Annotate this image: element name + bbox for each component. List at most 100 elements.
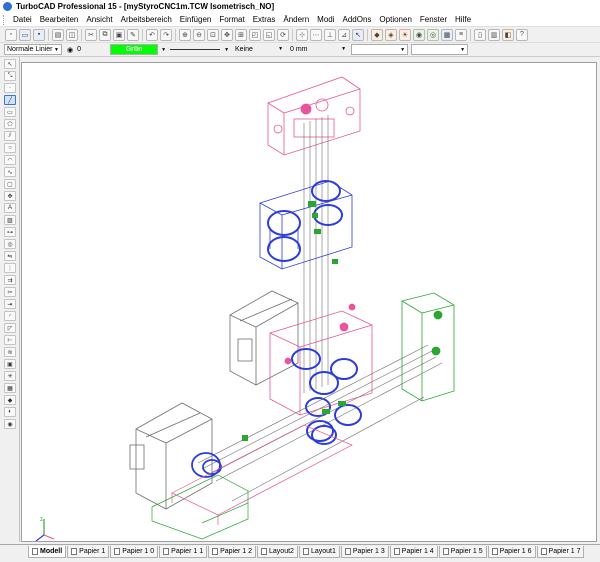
menu-optionen[interactable]: Optionen bbox=[375, 15, 415, 24]
boolean-icon[interactable]: ◐ bbox=[4, 407, 16, 417]
extra-select-2[interactable]: ▼ bbox=[411, 44, 469, 55]
ortho-icon[interactable]: ⊥ bbox=[324, 28, 336, 41]
group-icon[interactable]: ▦ bbox=[4, 383, 16, 393]
chamfer-icon[interactable]: ◸ bbox=[4, 323, 16, 333]
menu-fenster[interactable]: Fenster bbox=[416, 15, 451, 24]
circle-icon[interactable]: ○ bbox=[4, 143, 16, 153]
menu-extras[interactable]: Extras bbox=[249, 15, 280, 24]
move-icon[interactable]: ✥ bbox=[4, 191, 16, 201]
trim-icon[interactable]: ✂ bbox=[4, 287, 16, 297]
point-icon[interactable]: · bbox=[4, 83, 16, 93]
measure-icon[interactable]: ⊢ bbox=[4, 335, 16, 345]
array-icon[interactable]: ⋮ bbox=[4, 263, 16, 273]
color-swatch[interactable]: Grün bbox=[110, 44, 159, 55]
light-icon[interactable]: ☀ bbox=[399, 28, 411, 41]
fillet-icon[interactable]: ◜ bbox=[4, 311, 16, 321]
dimension-icon[interactable]: ⊶ bbox=[4, 227, 16, 237]
format-painter-icon[interactable]: ✎ bbox=[127, 28, 139, 41]
line-style-select[interactable]: Normale Linier ▼ bbox=[4, 44, 62, 55]
menu-bearbeiten[interactable]: Bearbeiten bbox=[36, 15, 83, 24]
zoom-out-icon[interactable]: ⊖ bbox=[193, 28, 205, 41]
menu-format[interactable]: Format bbox=[215, 15, 248, 24]
library-icon[interactable]: ◧ bbox=[502, 28, 514, 41]
drawing-canvas[interactable]: z bbox=[21, 62, 597, 542]
polygon-icon[interactable]: ⬠ bbox=[4, 119, 16, 129]
zoom-icon[interactable]: ⊕ bbox=[179, 28, 191, 41]
node-edit-icon[interactable]: ⤡ bbox=[4, 71, 16, 81]
menu-einfuegen[interactable]: Einfügen bbox=[176, 15, 216, 24]
zoom-all-icon[interactable]: ⊞ bbox=[235, 28, 247, 41]
tab-modell[interactable]: Modell bbox=[28, 546, 67, 558]
eye-icon[interactable]: ◉ bbox=[67, 46, 73, 54]
cut-icon[interactable]: ✂ bbox=[85, 28, 97, 41]
rectangle-icon[interactable]: ▭ bbox=[4, 107, 16, 117]
extra-select-1[interactable]: ▼ bbox=[351, 44, 409, 55]
help-icon[interactable]: ? bbox=[516, 28, 528, 41]
symbol-icon[interactable]: ◎ bbox=[4, 239, 16, 249]
explode-icon[interactable]: ✳ bbox=[4, 371, 16, 381]
grid-icon[interactable]: ⋯ bbox=[310, 28, 322, 41]
offset-icon[interactable]: ⇉ bbox=[4, 275, 16, 285]
zoom-window-icon[interactable]: ⊡ bbox=[207, 28, 219, 41]
undo-icon[interactable]: ↶ bbox=[146, 28, 158, 41]
workplane-icon[interactable]: ▦ bbox=[441, 28, 453, 41]
tab-layout1[interactable]: Layout1 bbox=[298, 546, 340, 558]
menu-hilfe[interactable]: Hilfe bbox=[451, 15, 475, 24]
pan-icon[interactable]: ✥ bbox=[221, 28, 233, 41]
arc-icon[interactable]: ◠ bbox=[4, 155, 16, 165]
tab-papier-16[interactable]: Papier 1 6 bbox=[487, 546, 536, 558]
solid-icon[interactable]: ◆ bbox=[4, 395, 16, 405]
menu-modi[interactable]: Modi bbox=[313, 15, 338, 24]
width-select[interactable]: 0 mm ▼ bbox=[288, 44, 348, 55]
properties-icon[interactable]: ▥ bbox=[488, 28, 500, 41]
print-icon[interactable]: ▤ bbox=[52, 28, 64, 41]
tab-papier-11[interactable]: Papier 1 1 bbox=[159, 546, 208, 558]
double-line-icon[interactable]: ⫽ bbox=[4, 131, 16, 141]
zoom-extents-icon[interactable]: ◰ bbox=[249, 28, 261, 41]
text-icon[interactable]: A bbox=[4, 203, 16, 213]
chevron-down-icon[interactable]: ▼ bbox=[161, 47, 166, 53]
menu-ansicht[interactable]: Ansicht bbox=[82, 15, 116, 24]
zoom-previous-icon[interactable]: ◱ bbox=[263, 28, 275, 41]
layer-icon[interactable]: ≋ bbox=[4, 347, 16, 357]
render-tool-icon[interactable]: ◉ bbox=[4, 419, 16, 429]
material-icon[interactable]: ◈ bbox=[385, 28, 397, 41]
hatch-icon[interactable]: ▨ bbox=[4, 215, 16, 225]
line-icon[interactable]: ╱ bbox=[4, 95, 16, 105]
block-icon[interactable]: ▣ bbox=[4, 359, 16, 369]
layer-select[interactable]: 0 bbox=[75, 44, 107, 55]
menu-addons[interactable]: AddOns bbox=[339, 15, 376, 24]
save-icon[interactable]: ▪ bbox=[33, 28, 45, 41]
cursor-icon[interactable]: ↖ bbox=[352, 28, 364, 41]
paste-icon[interactable]: ▣ bbox=[113, 28, 125, 41]
curve-icon[interactable]: ∿ bbox=[4, 167, 16, 177]
redo-icon[interactable]: ↷ bbox=[160, 28, 172, 41]
open-icon[interactable]: ▭ bbox=[19, 28, 31, 41]
extend-icon[interactable]: ⇥ bbox=[4, 299, 16, 309]
snap-icon[interactable]: ⊹ bbox=[296, 28, 308, 41]
view-icon[interactable]: ◎ bbox=[427, 28, 439, 41]
render-icon[interactable]: ◆ bbox=[371, 28, 383, 41]
tab-papier-12[interactable]: Papier 1 2 bbox=[208, 546, 257, 558]
tab-papier-13[interactable]: Papier 1 3 bbox=[340, 546, 389, 558]
tab-papier-10[interactable]: Papier 1 0 bbox=[110, 546, 159, 558]
menu-datei[interactable]: Datei bbox=[9, 15, 36, 24]
layers-icon[interactable]: ≡ bbox=[455, 28, 467, 41]
tab-layout2[interactable]: Layout2 bbox=[257, 546, 298, 558]
mirror-icon[interactable]: ⇋ bbox=[4, 251, 16, 261]
select-icon[interactable]: ↖ bbox=[4, 59, 16, 69]
new-icon[interactable]: ▫ bbox=[5, 28, 17, 41]
menu-aendern[interactable]: Ändern bbox=[279, 15, 313, 24]
tab-papier-14[interactable]: Papier 1 4 bbox=[389, 546, 438, 558]
pattern-select[interactable]: Keine ▼ bbox=[233, 44, 285, 55]
menu-arbeitsbereich[interactable]: Arbeitsbereich bbox=[117, 15, 176, 24]
tab-papier-15[interactable]: Papier 1 5 bbox=[438, 546, 487, 558]
polar-icon[interactable]: ⊿ bbox=[338, 28, 350, 41]
tab-papier-1[interactable]: Papier 1 bbox=[67, 546, 110, 558]
page-icon[interactable]: ▯ bbox=[474, 28, 486, 41]
box-icon[interactable]: ▢ bbox=[4, 179, 16, 189]
copy-icon[interactable]: ⧉ bbox=[99, 28, 111, 41]
redraw-icon[interactable]: ⟳ bbox=[277, 28, 289, 41]
chevron-down-icon[interactable]: ▼ bbox=[224, 47, 229, 53]
preview-icon[interactable]: ◫ bbox=[66, 28, 78, 41]
